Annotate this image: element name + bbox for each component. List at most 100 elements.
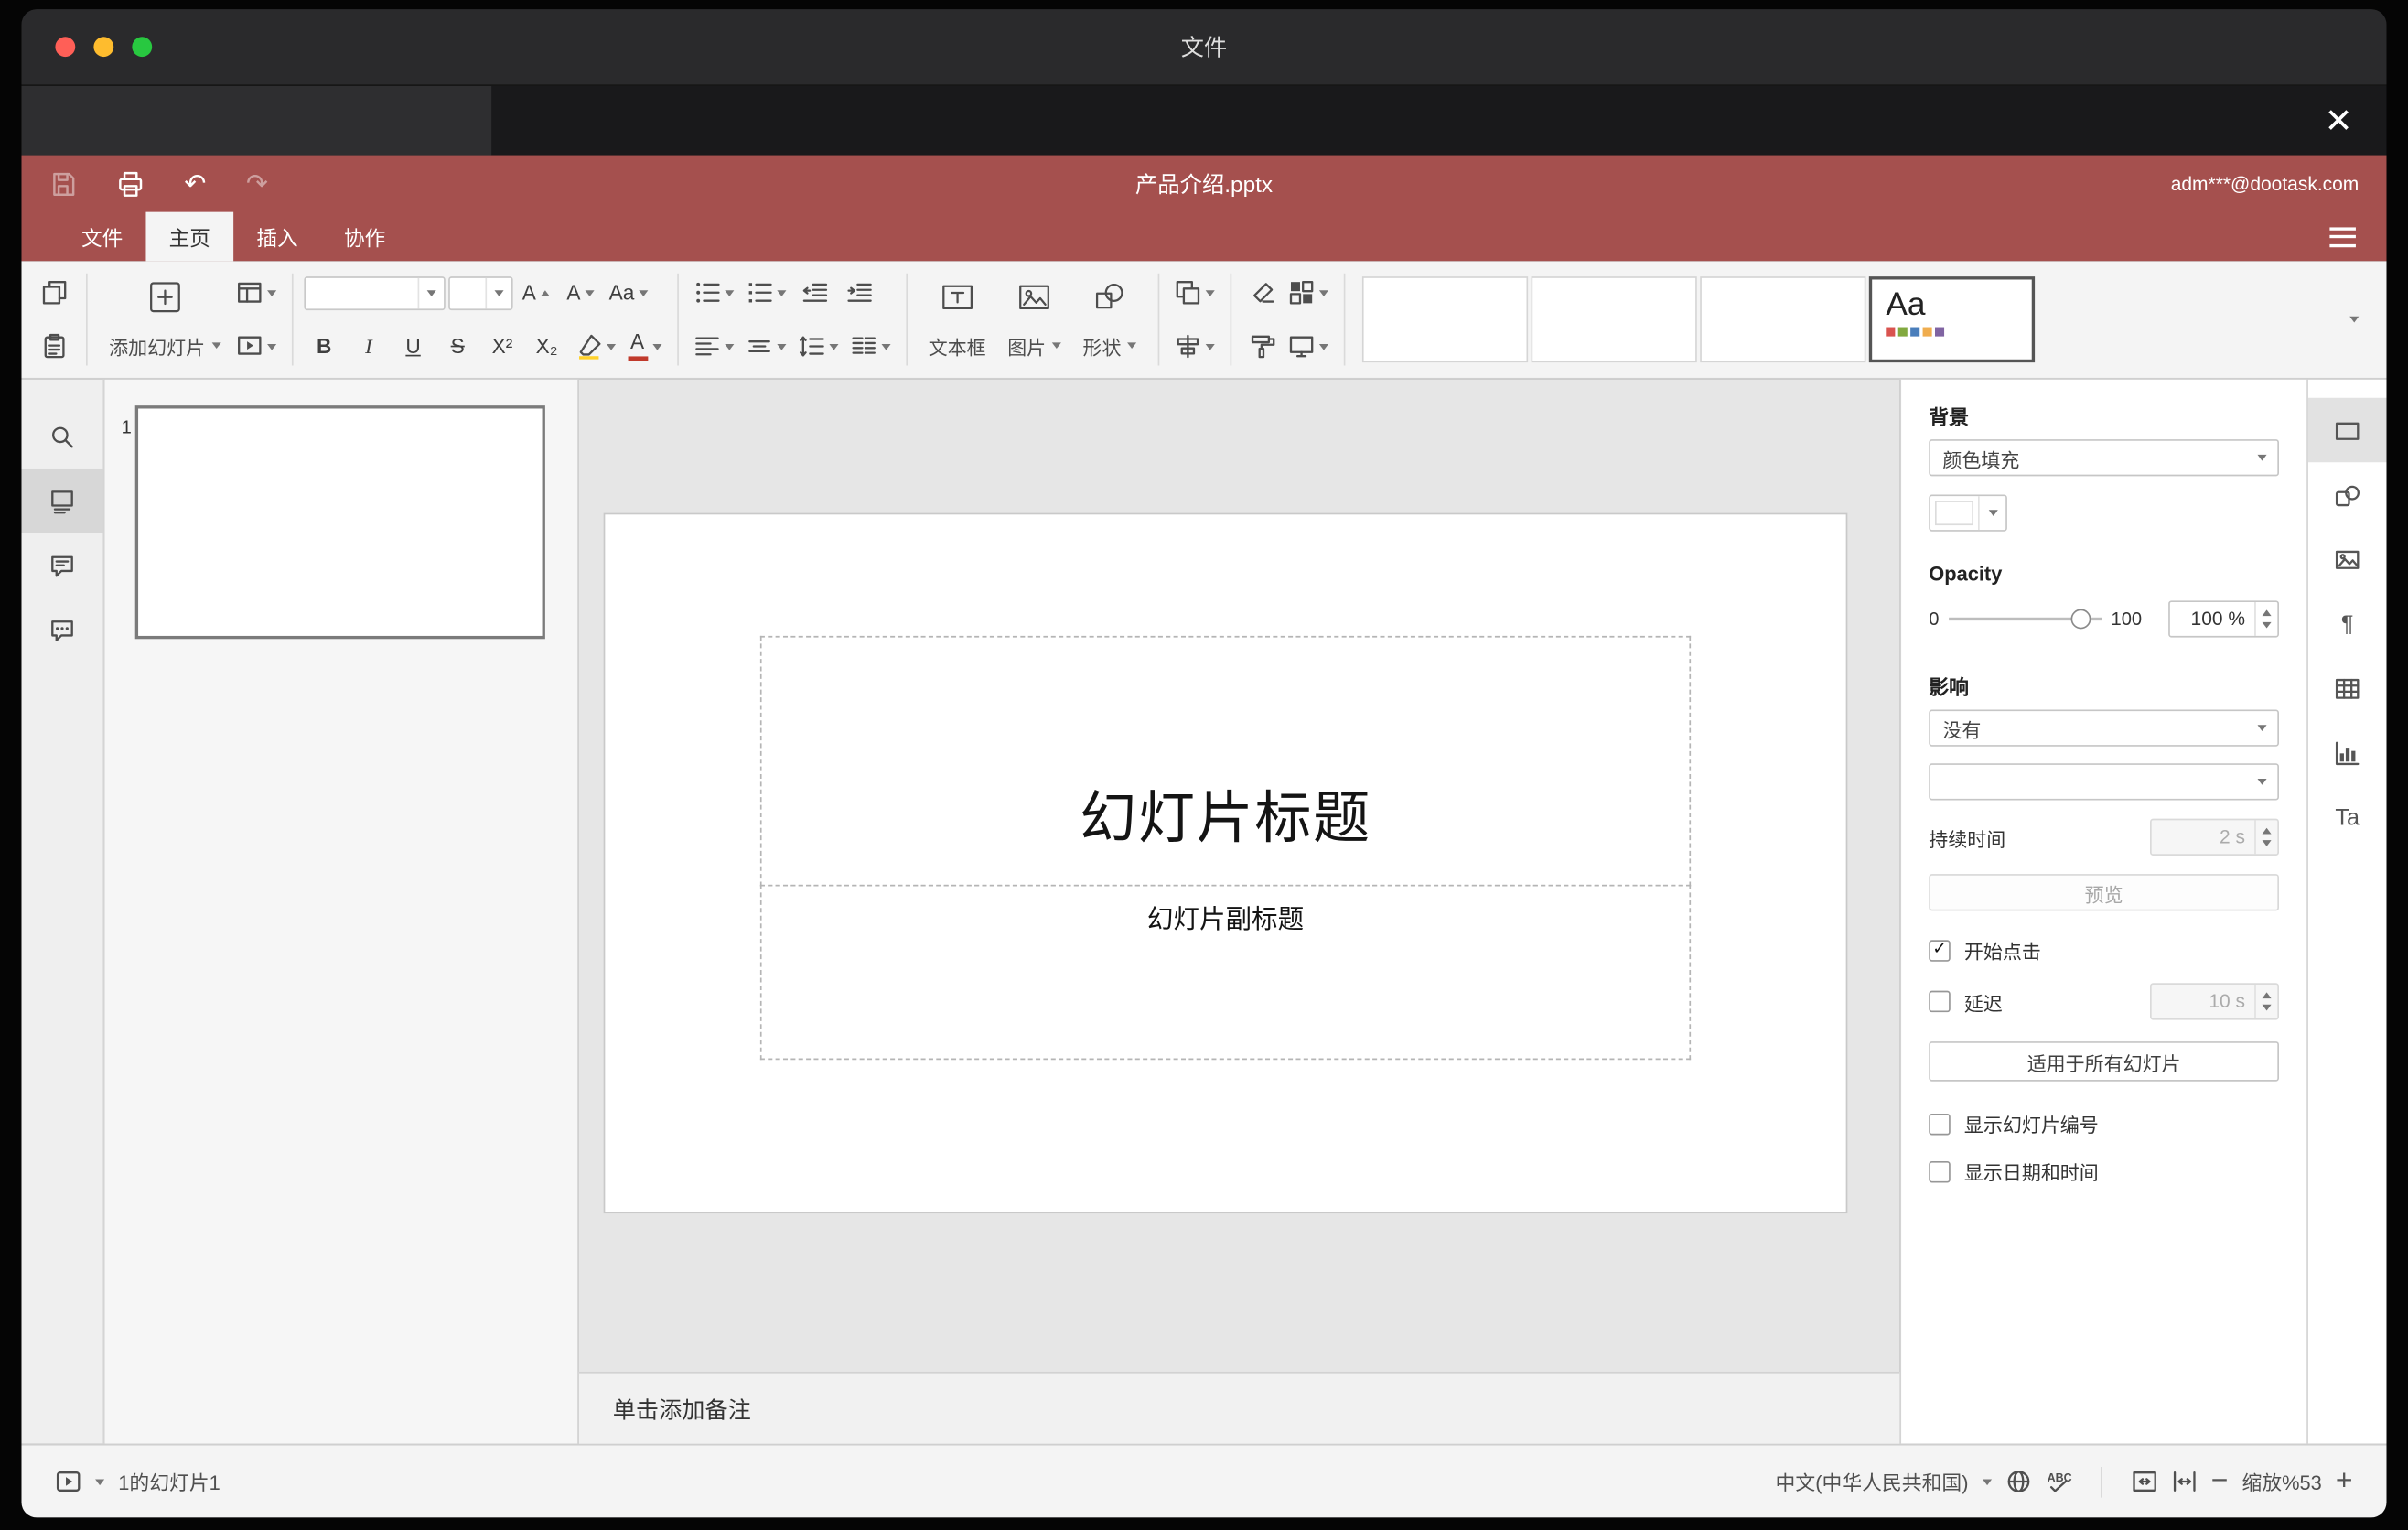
subscript-button[interactable]: X₂ [526,326,567,367]
slide-thumbnail[interactable] [134,405,545,640]
image-settings-button[interactable] [2308,527,2387,591]
opacity-spinner[interactable]: 100 % [2168,600,2279,638]
insert-textbox-button[interactable]: 文本框 [918,265,996,372]
spinner-arrows[interactable] [2254,601,2277,636]
text-art-settings-button[interactable]: Ta [2308,785,2387,850]
slide-settings-button[interactable] [2307,397,2387,463]
opacity-slider[interactable] [1948,609,2102,630]
spellcheck-icon[interactable]: ABC [2045,1469,2071,1495]
title-placeholder[interactable]: 幻灯片标题 [759,635,1692,887]
paste-button[interactable] [34,326,75,367]
table-settings-button[interactable] [2308,656,2387,721]
chevron-down-icon [2247,441,2278,475]
underline-button[interactable]: U [392,326,434,367]
save-icon[interactable] [49,169,77,197]
search-button[interactable] [21,404,102,468]
delay-checkbox[interactable] [1929,990,1951,1013]
horizontal-align-button[interactable] [689,326,738,367]
fit-width-icon[interactable] [2171,1469,2198,1495]
insert-shape-button[interactable]: 形状 [1072,265,1147,372]
theme-option-1[interactable] [1361,276,1529,363]
slide-canvas[interactable]: 幻灯片标题 幻灯片副标题 [579,380,1900,1372]
change-case-button[interactable]: Aa [605,272,653,313]
show-slide-number-checkbox[interactable] [1929,1113,1951,1135]
bullet-list-button[interactable] [689,272,738,313]
tab-file[interactable]: 文件 [59,212,146,262]
fit-slide-icon[interactable] [2131,1469,2157,1495]
opacity-slider-knob[interactable] [2070,609,2091,630]
workspace: 1 幻灯片标题 幻灯片副标题 单击添加备注 背景 颜色填充 Opacity 0 … [21,379,2387,1444]
zoom-in-button[interactable]: + [2336,1467,2353,1496]
bold-button[interactable]: B [304,326,345,367]
shape-settings-button[interactable] [2308,462,2387,527]
decrease-font-button[interactable]: A [560,272,601,313]
highlight-color-button[interactable] [571,326,620,367]
menu-icon[interactable] [2329,226,2356,247]
numbered-list-button[interactable] [741,272,790,313]
chart-settings-button[interactable] [2308,720,2387,784]
minimize-window-button[interactable] [93,37,114,58]
slides-panel-button[interactable] [21,468,103,533]
print-icon[interactable] [117,169,145,197]
chevron-down-icon[interactable] [95,1478,105,1485]
start-slideshow-button[interactable] [231,326,281,367]
font-size-select[interactable] [447,275,512,310]
slide-surface[interactable]: 幻灯片标题 幻灯片副标题 [605,514,1846,1212]
copy-button[interactable] [34,272,75,313]
slide-layout-button[interactable] [231,272,281,313]
tab-home[interactable]: 主页 [145,211,234,262]
zoom-window-button[interactable] [132,37,153,58]
tab-insert[interactable]: 插入 [233,212,321,262]
spinner-arrows[interactable] [2254,820,2277,855]
arrange-shapes-button[interactable] [1170,272,1220,313]
start-slideshow-statusbar-icon[interactable] [55,1469,81,1495]
copy-style-button[interactable] [1242,326,1284,367]
tab-collaborate[interactable]: 协作 [321,212,409,262]
comments-button[interactable] [21,533,102,598]
increase-indent-button[interactable] [838,272,879,313]
font-name-select[interactable] [303,275,445,310]
apply-to-all-slides-button[interactable]: 适用于所有幻灯片 [1929,1041,2279,1082]
duration-spinner[interactable]: 2 s [2149,818,2279,856]
strikethrough-button[interactable]: S [437,326,478,367]
preview-button[interactable]: 预览 [1929,874,2279,911]
globe-icon[interactable] [2005,1469,2032,1495]
italic-button[interactable]: I [348,326,389,367]
notes-input[interactable]: 单击添加备注 [578,1371,1900,1444]
slide-size-button[interactable] [1284,326,1333,367]
close-icon[interactable]: ✕ [2325,102,2353,137]
effect-variant-select[interactable] [1929,763,2279,801]
decrease-indent-button[interactable] [793,272,834,313]
theme-option-selected[interactable]: Aa [1868,276,2036,363]
columns-button[interactable] [845,326,895,367]
insert-image-button[interactable]: 图片 [996,265,1071,372]
theme-option-2[interactable] [1531,276,1697,363]
undo-icon[interactable]: ↶ [184,170,206,197]
vertical-align-button[interactable] [741,326,790,367]
clear-style-button[interactable] [1242,272,1284,313]
spinner-arrows[interactable] [2254,984,2277,1018]
zoom-out-button[interactable]: − [2211,1467,2229,1496]
increase-font-button[interactable]: A [515,272,556,313]
fill-color-picker[interactable] [1929,494,2007,532]
paragraph-settings-button[interactable]: ¶ [2308,591,2387,656]
theme-option-3[interactable] [1700,276,1866,363]
color-scheme-button[interactable] [1284,272,1333,313]
subtitle-placeholder[interactable]: 幻灯片副标题 [759,884,1692,1061]
text-art-icon: Ta [2335,803,2360,831]
chat-button[interactable] [21,598,102,663]
background-fill-select[interactable]: 颜色填充 [1929,439,2279,477]
line-spacing-button[interactable] [793,326,843,367]
show-date-time-checkbox[interactable] [1929,1160,1951,1182]
language-selector[interactable]: 中文(中华人民共和国) [1776,1467,1969,1496]
transition-effect-select[interactable]: 没有 [1929,709,2279,747]
add-slide-button[interactable]: 添加幻灯片 [98,265,231,372]
align-shapes-button[interactable] [1170,326,1220,367]
font-color-button[interactable]: A [623,326,666,367]
start-on-click-checkbox[interactable]: ✓ [1929,939,1951,961]
redo-icon[interactable]: ↷ [246,170,268,197]
theme-gallery-expand-button[interactable] [2334,276,2374,362]
close-window-button[interactable] [55,37,76,58]
delay-spinner[interactable]: 10 s [2149,983,2279,1020]
superscript-button[interactable]: X² [481,326,522,367]
